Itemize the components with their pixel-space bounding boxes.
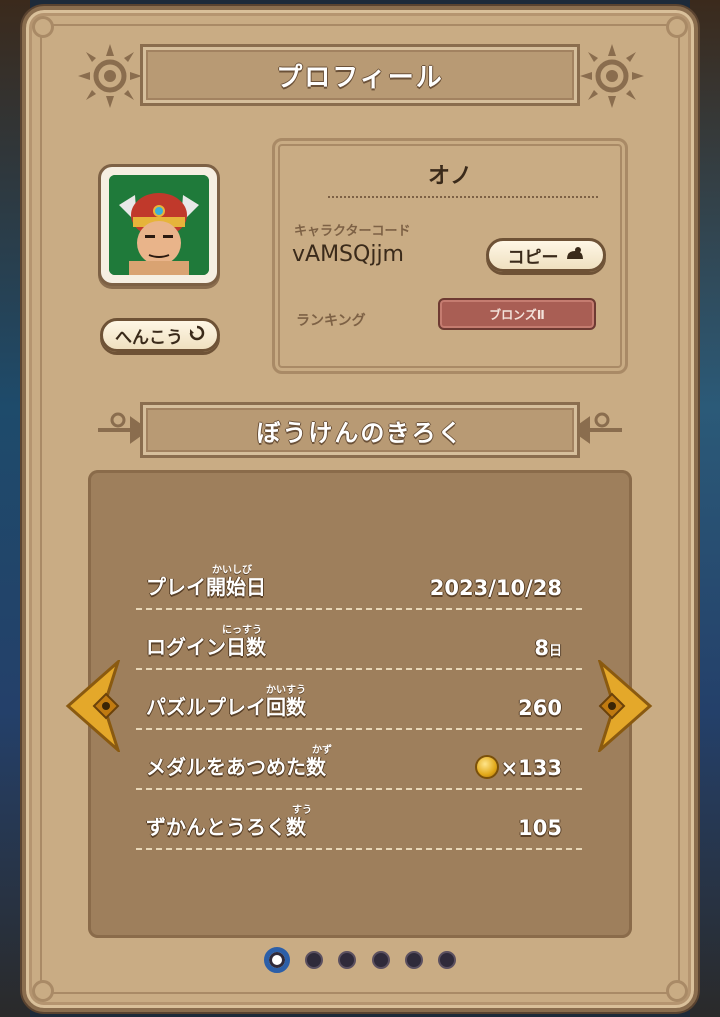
refresh-icon (189, 325, 205, 346)
copy-button[interactable]: コピー (486, 238, 606, 272)
corner-ornament (32, 980, 54, 1002)
record-row-medals: かず メダルをあつめた数 ×133 (136, 732, 582, 790)
record-row-login-days: にっすう ログイン日数 8日 (136, 612, 582, 670)
record-row-encyclopedia: すう ずかんとうろく数 105 (136, 792, 582, 850)
record-value-number: 8 (534, 636, 549, 660)
record-label: ログイン日数 (146, 635, 266, 659)
records-title: ぼうけんのきろく (140, 402, 580, 458)
record-value-number: ×133 (500, 756, 562, 780)
record-label: メダルをあつめた数 (146, 755, 326, 779)
record-value: 2023/10/28 (429, 576, 562, 600)
copy-button-label: コピー (507, 247, 559, 268)
change-button-label: へんこう (115, 327, 183, 348)
page-dot-6[interactable] (437, 951, 456, 969)
change-avatar-button[interactable]: へんこう (100, 318, 220, 352)
player-name: オノ (427, 164, 472, 189)
corner-ornament (666, 16, 688, 38)
divider (328, 196, 598, 198)
corner-ornament (666, 980, 688, 1002)
record-divider (136, 788, 582, 790)
record-label: ずかんとうろく数 (146, 815, 306, 839)
medal-coin-icon (474, 755, 499, 779)
record-row-start-date: かいしび プレイ開始日 2023/10/28 (136, 552, 582, 610)
sun-ornament-icon (576, 40, 648, 112)
record-value-unit: 日 (548, 644, 562, 659)
record-divider (136, 608, 582, 610)
ranking-label: ランキング (296, 313, 366, 329)
warrior-portrait-icon (109, 175, 209, 275)
page-dot-4[interactable] (371, 951, 390, 969)
record-label: パズルプレイ回数 (146, 695, 306, 719)
page-dot-2[interactable] (305, 951, 324, 969)
sun-ornament-icon (74, 40, 146, 112)
record-label: プレイ開始日 (146, 575, 266, 599)
record-value: 105 (518, 816, 562, 840)
copy-icon (565, 245, 585, 266)
pagination-dots (264, 946, 456, 974)
next-page-arrow-icon[interactable] (596, 657, 654, 755)
record-divider (136, 728, 582, 730)
avatar[interactable] (98, 164, 220, 286)
previous-page-arrow-icon[interactable] (64, 657, 122, 755)
page-dot-5[interactable] (404, 951, 423, 969)
ranking-badge: ブロンズⅡ (438, 298, 596, 330)
page-title: プロフィール (140, 44, 580, 106)
record-value: 260 (518, 696, 562, 720)
record-row-puzzle-plays: かいすう パズルプレイ回数 260 (136, 672, 582, 730)
page-dot-1[interactable] (264, 947, 290, 973)
record-divider (136, 848, 582, 850)
record-divider (136, 668, 582, 670)
record-value: ×133 (474, 755, 562, 780)
corner-ornament (32, 16, 54, 38)
record-value: 8日 (534, 636, 562, 660)
character-code-label: キャラクターコード (294, 224, 411, 239)
character-code-value: vAMSQjjm (292, 242, 404, 267)
page-dot-3[interactable] (338, 951, 357, 969)
